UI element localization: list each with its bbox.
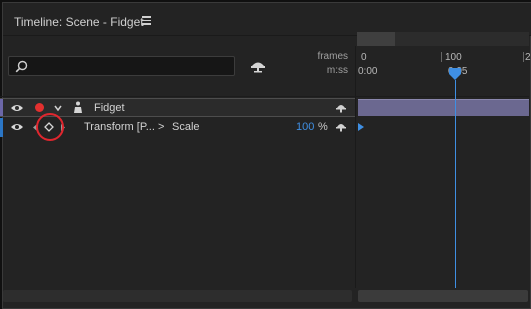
layer-label-color — [0, 99, 3, 116]
highlight-circle — [36, 113, 64, 141]
keyframe-marker-icon[interactable] — [358, 123, 364, 131]
property-separator: > — [158, 121, 165, 133]
property-row-scale[interactable]: Transform [P... > Scale 100 % — [0, 113, 355, 141]
playhead-handle-icon[interactable] — [448, 67, 462, 81]
search-input[interactable] — [33, 58, 228, 74]
person-icon — [74, 101, 82, 113]
ruler-tick — [441, 52, 442, 62]
property-unit: % — [318, 121, 328, 133]
red-dot-icon[interactable] — [35, 103, 44, 112]
frame-tick-label: 2 — [525, 52, 531, 63]
chevron-down-icon[interactable] — [53, 103, 63, 113]
eye-icon[interactable] — [10, 103, 24, 113]
frames-label: frames — [317, 51, 348, 62]
hamburger-menu-icon[interactable] — [142, 14, 154, 26]
search-field[interactable] — [8, 56, 235, 76]
property-group-name: Transform [P... — [84, 121, 155, 133]
parent-icon[interactable] — [334, 121, 348, 133]
time-format-label: m:ss — [326, 65, 348, 76]
search-icon — [15, 60, 28, 73]
eye-icon[interactable] — [10, 122, 24, 132]
frame-tick-label: 0 — [361, 52, 367, 63]
track-area[interactable] — [355, 117, 529, 288]
property-name: Scale — [172, 121, 200, 133]
time-ruler[interactable]: 0 100 2 0:00 0:05 — [355, 50, 531, 85]
comp-switches-icon[interactable] — [248, 57, 268, 75]
work-area-thumb[interactable] — [357, 32, 395, 46]
layer-name: Fidget — [94, 102, 125, 114]
frame-tick-label: 100 — [445, 52, 462, 63]
panel-title: Timeline: Scene - Fidget — [14, 15, 144, 29]
parent-icon[interactable] — [334, 102, 348, 114]
time-tick-label: 0:00 — [358, 66, 378, 77]
timeline-scroll-thumb[interactable] — [358, 290, 528, 302]
property-label-color — [0, 118, 3, 137]
property-value[interactable]: 100 — [296, 121, 314, 133]
layer-duration-bar[interactable] — [358, 99, 529, 116]
layers-horizontal-scrollbar[interactable] — [3, 290, 352, 302]
playhead-line[interactable] — [455, 80, 456, 288]
header-divider — [0, 96, 529, 97]
ruler-tick — [523, 52, 524, 62]
